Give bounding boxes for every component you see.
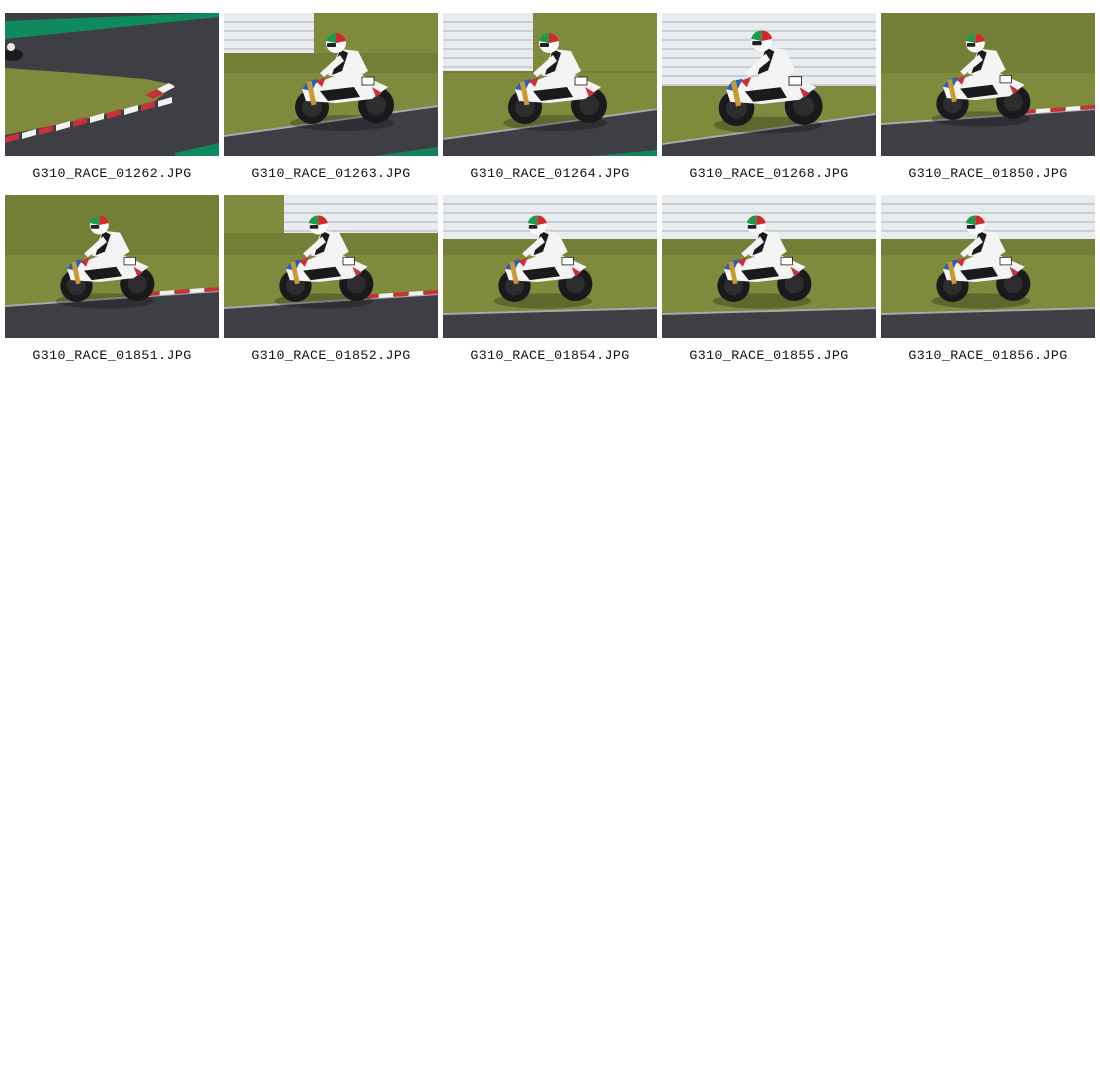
thumbnail-filename: G310_RACE_01851.JPG: [32, 348, 192, 363]
thumbnail-item[interactable]: G310_RACE_01856.JPG: [881, 195, 1095, 377]
thumbnail-item[interactable]: G310_RACE_01851.JPG: [5, 195, 219, 377]
thumbnail-image[interactable]: [662, 195, 876, 338]
thumbnail-item[interactable]: G310_RACE_01850.JPG: [881, 13, 1095, 195]
thumbnail-image[interactable]: [881, 13, 1095, 156]
thumbnail-item[interactable]: G310_RACE_01264.JPG: [443, 13, 657, 195]
thumbnail-filename: G310_RACE_01855.JPG: [689, 348, 849, 363]
thumbnail-item[interactable]: G310_RACE_01262.JPG: [5, 13, 219, 195]
thumbnail-image[interactable]: [224, 13, 438, 156]
thumbnail-image[interactable]: [881, 195, 1095, 338]
thumbnail-item[interactable]: G310_RACE_01852.JPG: [224, 195, 438, 377]
thumbnail-item[interactable]: G310_RACE_01855.JPG: [662, 195, 876, 377]
thumbnail-filename: G310_RACE_01850.JPG: [908, 166, 1068, 181]
thumbnail-filename: G310_RACE_01263.JPG: [251, 166, 411, 181]
thumbnail-filename: G310_RACE_01852.JPG: [251, 348, 411, 363]
thumbnail-item[interactable]: G310_RACE_01854.JPG: [443, 195, 657, 377]
thumbnail-filename: G310_RACE_01262.JPG: [32, 166, 192, 181]
thumbnail-filename: G310_RACE_01268.JPG: [689, 166, 849, 181]
thumbnail-image[interactable]: [5, 13, 219, 156]
thumbnail-item[interactable]: G310_RACE_01268.JPG: [662, 13, 876, 195]
thumbnail-filename: G310_RACE_01854.JPG: [470, 348, 630, 363]
thumbnail-filename: G310_RACE_01856.JPG: [908, 348, 1068, 363]
thumbnail-item[interactable]: G310_RACE_01263.JPG: [224, 13, 438, 195]
image-gallery-page: { "gallery": { "items": [ {"filename": "…: [0, 0, 1100, 1080]
thumbnail-image[interactable]: [5, 195, 219, 338]
thumbnail-image[interactable]: [443, 13, 657, 156]
thumbnail-image[interactable]: [443, 195, 657, 338]
thumbnail-grid: G310_RACE_01262.JPG G310_RACE_01263.JPG G3…: [5, 13, 1095, 377]
thumbnail-image[interactable]: [224, 195, 438, 338]
thumbnail-image[interactable]: [662, 13, 876, 156]
thumbnail-filename: G310_RACE_01264.JPG: [470, 166, 630, 181]
